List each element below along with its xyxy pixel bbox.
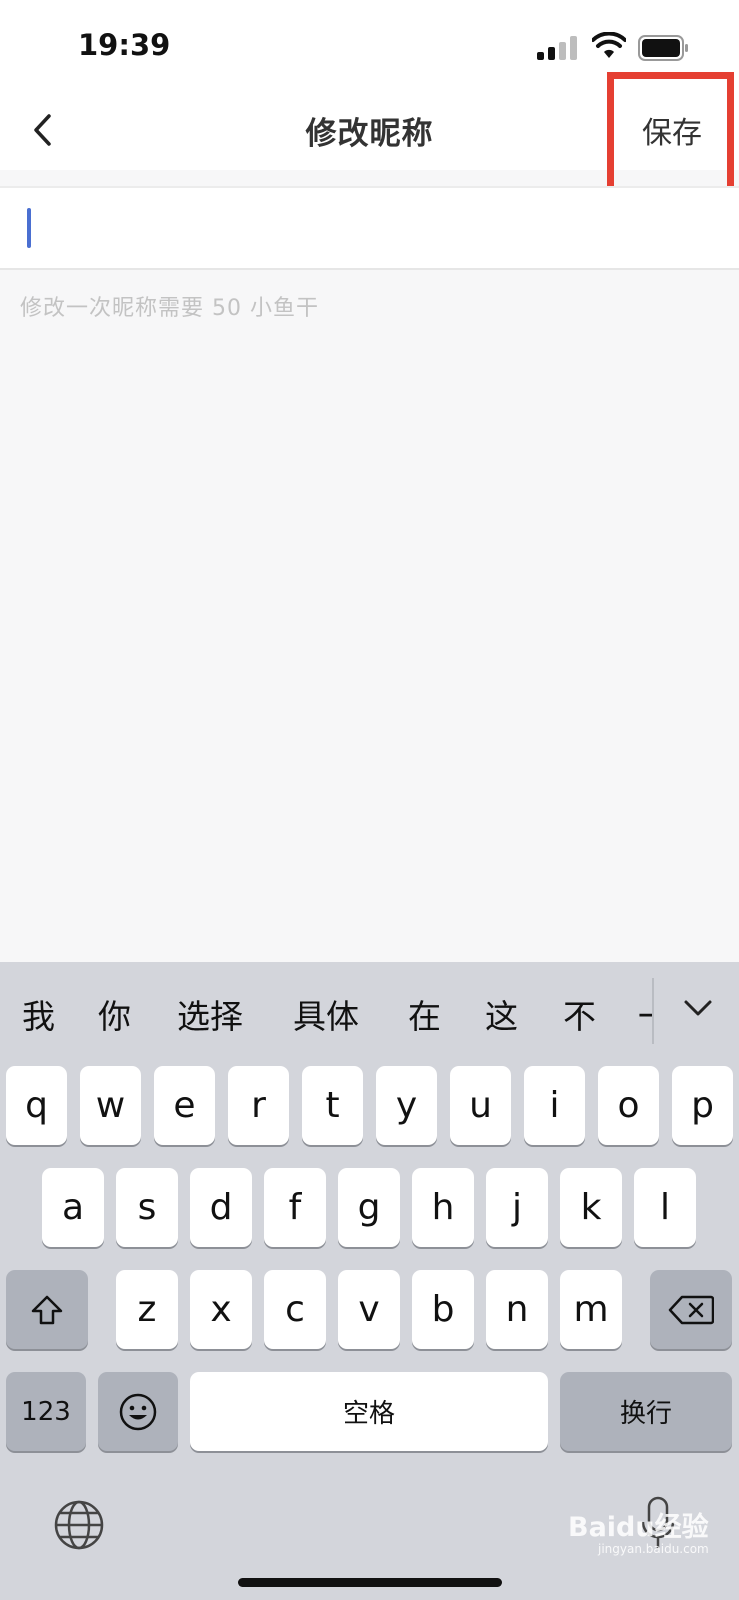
numbers-key[interactable]: 123	[6, 1372, 86, 1451]
key[interactable]: d	[190, 1168, 252, 1247]
hint-text: 修改一次昵称需要 50 小鱼干	[20, 296, 319, 321]
candidate-word[interactable]: 我	[22, 990, 55, 1038]
key[interactable]: u	[450, 1066, 511, 1145]
key[interactable]: e	[154, 1066, 215, 1145]
navigation-bar: 修改昵称 保存	[0, 90, 739, 170]
backspace-key[interactable]	[650, 1270, 732, 1349]
watermark-logo: Baidu经验	[568, 1512, 709, 1543]
wifi-icon	[592, 32, 626, 58]
page-title: 修改昵称	[305, 116, 434, 152]
key[interactable]: z	[116, 1270, 178, 1349]
key[interactable]: q	[6, 1066, 67, 1145]
backspace-icon	[668, 1295, 714, 1324]
key[interactable]: o	[598, 1066, 659, 1145]
key[interactable]: t	[302, 1066, 363, 1145]
key[interactable]: y	[376, 1066, 437, 1145]
chevron-down-icon	[684, 1000, 712, 1016]
candidate-bar: 我 你 选择 具体 在 这 不 一	[0, 962, 739, 1062]
key[interactable]: j	[486, 1168, 548, 1247]
return-key[interactable]: 换行	[560, 1372, 732, 1451]
expand-candidates-button[interactable]	[678, 988, 718, 1028]
key[interactable]: g	[338, 1168, 400, 1247]
text-caret	[27, 208, 31, 248]
key[interactable]: n	[486, 1270, 548, 1349]
candidate-word[interactable]: 你	[98, 990, 131, 1038]
key[interactable]: b	[412, 1270, 474, 1349]
status-time: 19:39	[78, 28, 171, 62]
key[interactable]: l	[634, 1168, 696, 1247]
space-key[interactable]: 空格	[190, 1372, 548, 1451]
candidate-word[interactable]: 选择	[177, 990, 243, 1038]
nickname-input[interactable]	[20, 204, 720, 254]
key[interactable]: s	[116, 1168, 178, 1247]
key[interactable]: f	[264, 1168, 326, 1247]
key[interactable]: a	[42, 1168, 104, 1247]
key[interactable]: k	[560, 1168, 622, 1247]
emoji-key[interactable]	[98, 1372, 178, 1451]
key[interactable]: i	[524, 1066, 585, 1145]
key[interactable]: r	[228, 1066, 289, 1145]
globe-icon[interactable]	[52, 1498, 106, 1552]
emoji-icon	[119, 1393, 157, 1430]
candidate-divider	[652, 978, 654, 1044]
candidate-word[interactable]: 不	[563, 990, 596, 1038]
key[interactable]: x	[190, 1270, 252, 1349]
key[interactable]: w	[80, 1066, 141, 1145]
key[interactable]: m	[560, 1270, 622, 1349]
cellular-signal-icon	[537, 36, 579, 60]
candidate-word[interactable]: 这	[485, 990, 518, 1038]
save-button[interactable]: 保存	[642, 108, 702, 152]
status-bar: 19:39	[0, 0, 739, 90]
shift-icon	[31, 1295, 63, 1324]
key[interactable]: v	[338, 1270, 400, 1349]
key[interactable]: c	[264, 1270, 326, 1349]
battery-icon	[638, 35, 688, 61]
key[interactable]: p	[672, 1066, 733, 1145]
shift-key[interactable]	[6, 1270, 88, 1349]
nickname-input-row	[0, 188, 739, 270]
candidate-word[interactable]: 在	[408, 990, 441, 1038]
candidate-word[interactable]: 具体	[293, 990, 359, 1038]
home-indicator	[238, 1578, 502, 1587]
key[interactable]: h	[412, 1168, 474, 1247]
candidate-word[interactable]: 一	[638, 990, 652, 1038]
watermark-url: jingyan.baidu.com	[598, 1542, 709, 1556]
